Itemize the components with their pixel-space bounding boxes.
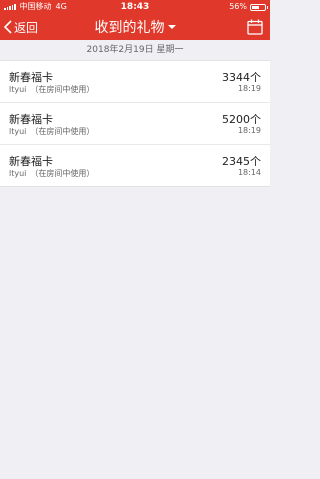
gift-time: 18:14 xyxy=(237,168,261,177)
gift-count: 5200个 xyxy=(222,113,261,126)
gift-context: （在房间中使用） xyxy=(30,169,95,178)
gift-name: 新春福卡 xyxy=(9,71,53,84)
calendar-icon xyxy=(247,19,263,35)
status-bar: 中国移动 4G 18:43 56% xyxy=(0,0,270,14)
date-header: 2018年2月19日 星期一 xyxy=(0,40,270,60)
list-item[interactable]: 新春福卡 ltyui （在房间中使用） 3344个 18:19 xyxy=(0,61,270,103)
gift-sender: ltyui xyxy=(9,127,27,136)
gift-count: 2345个 xyxy=(222,155,261,168)
gift-name: 新春福卡 xyxy=(9,113,53,126)
gift-sub: ltyui （在房间中使用） xyxy=(9,168,94,179)
list-item[interactable]: 新春福卡 ltyui （在房间中使用） 2345个 18:14 xyxy=(0,145,270,186)
nav-bar: 返回 收到的礼物 xyxy=(0,14,270,40)
battery-icon xyxy=(250,3,268,11)
list-item[interactable]: 新春福卡 ltyui （在房间中使用） 5200个 18:19 xyxy=(0,103,270,145)
caret-down-icon xyxy=(167,25,176,29)
gift-count: 3344个 xyxy=(222,71,261,84)
gift-context: （在房间中使用） xyxy=(30,127,95,136)
gift-list: 新春福卡 ltyui （在房间中使用） 3344个 18:19 新春福卡 ltyu… xyxy=(0,60,270,187)
gift-sender: ltyui xyxy=(9,169,27,178)
title-dropdown[interactable]: 收到的礼物 xyxy=(0,14,270,40)
battery-fill xyxy=(252,5,259,9)
gift-sub: ltyui （在房间中使用） xyxy=(9,126,94,137)
gift-name: 新春福卡 xyxy=(9,155,53,168)
gift-sub: ltyui （在房间中使用） xyxy=(9,84,94,95)
gift-time: 18:19 xyxy=(237,84,261,93)
gift-context: （在房间中使用） xyxy=(30,85,95,94)
calendar-button[interactable] xyxy=(246,18,264,36)
page-title: 收到的礼物 xyxy=(94,20,165,36)
status-right: 56% xyxy=(229,0,268,14)
gift-sender: ltyui xyxy=(9,85,27,94)
battery-percent: 56% xyxy=(229,2,247,11)
gift-time: 18:19 xyxy=(237,126,261,135)
